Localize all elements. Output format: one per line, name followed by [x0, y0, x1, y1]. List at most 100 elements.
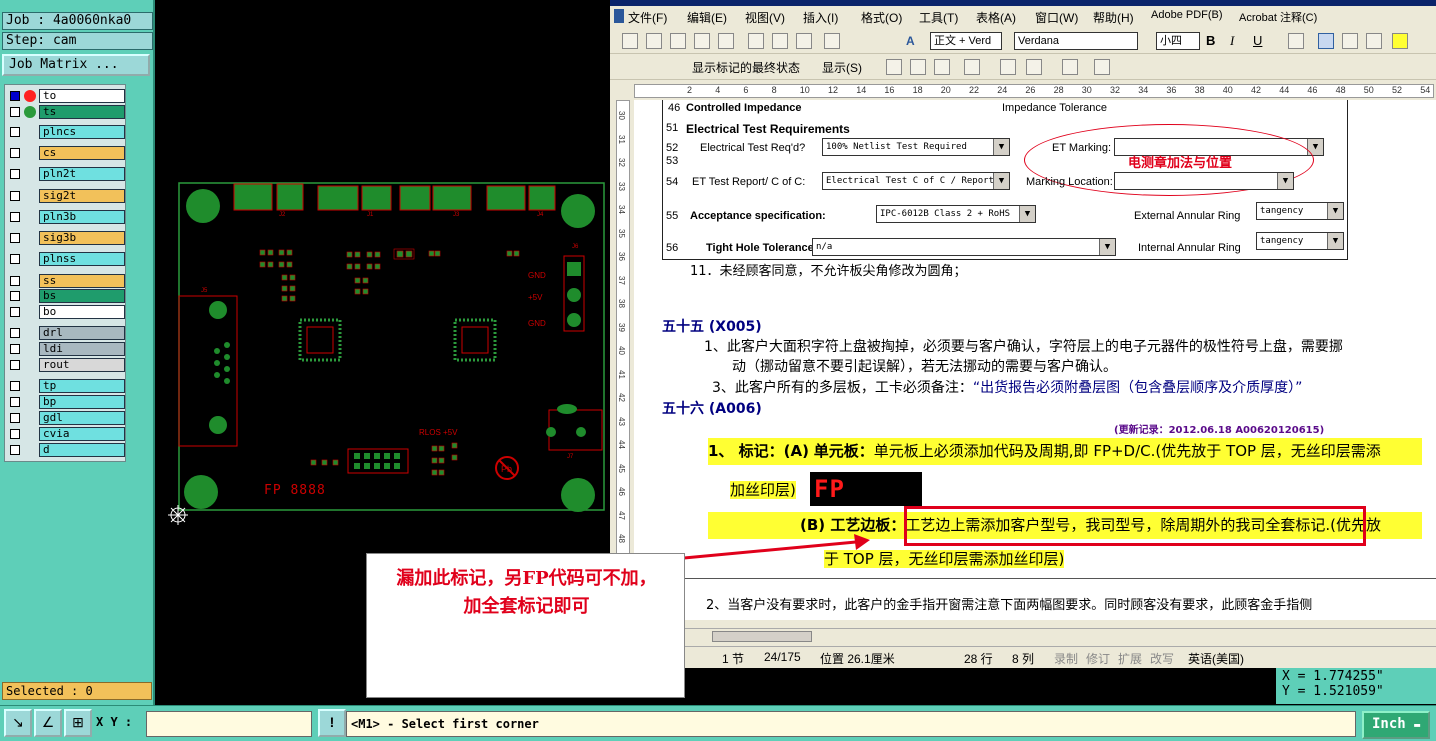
- layer-name[interactable]: pln2t: [39, 167, 125, 181]
- show-menu[interactable]: 显示(S): [822, 59, 862, 76]
- units-select[interactable]: Inch ▬: [1362, 711, 1430, 739]
- track-icon[interactable]: [1026, 59, 1042, 75]
- layer-row[interactable]: sig2t: [7, 189, 125, 203]
- status-ovr[interactable]: 改写: [1150, 650, 1174, 667]
- italic-button[interactable]: I: [1230, 33, 1234, 49]
- layer-name[interactable]: sig3b: [39, 231, 125, 245]
- layer-checkbox[interactable]: [10, 127, 20, 137]
- align-justify-icon[interactable]: [1288, 33, 1304, 49]
- layer-name[interactable]: bp: [39, 395, 125, 409]
- job-matrix-button[interactable]: Job Matrix ...: [2, 54, 150, 76]
- xy-input[interactable]: [146, 711, 312, 737]
- status-rec[interactable]: 录制: [1054, 650, 1078, 667]
- menu-format[interactable]: 格式(O): [861, 9, 902, 26]
- size-select[interactable]: 小四: [1156, 32, 1200, 50]
- layer-checkbox[interactable]: [10, 212, 20, 222]
- layer-name[interactable]: plncs: [39, 125, 125, 139]
- menu-edit[interactable]: 编辑(E): [687, 9, 727, 26]
- scrollbar-thumb[interactable]: [712, 631, 812, 642]
- alert-icon[interactable]: !: [318, 709, 346, 737]
- et-required-select[interactable]: 100% Netlist Test Required ▼: [822, 138, 1010, 156]
- layer-name[interactable]: sig2t: [39, 189, 125, 203]
- prev-change-icon[interactable]: [886, 59, 902, 75]
- layer-checkbox[interactable]: [10, 148, 20, 158]
- layer-checkbox[interactable]: [10, 254, 20, 264]
- menu-insert[interactable]: 插入(I): [803, 9, 838, 26]
- permission-icon[interactable]: [694, 33, 710, 49]
- grid-icon[interactable]: ⊞: [64, 709, 92, 737]
- layer-checkbox[interactable]: [10, 360, 20, 370]
- layer-row[interactable]: cvia: [7, 427, 125, 441]
- layer-checkbox[interactable]: [10, 429, 20, 439]
- internal-ring-select[interactable]: tangency ▼: [1256, 232, 1344, 250]
- layer-name[interactable]: rout: [39, 358, 125, 372]
- layer-checkbox[interactable]: [10, 169, 20, 179]
- menu-file[interactable]: 文件(F): [628, 9, 667, 26]
- layer-row[interactable]: ss: [7, 274, 125, 288]
- layer-name[interactable]: bo: [39, 305, 125, 319]
- style-select[interactable]: 正文 + Verd: [930, 32, 1002, 50]
- bullets-icon[interactable]: [1342, 33, 1358, 49]
- new-icon[interactable]: [622, 33, 638, 49]
- numbering-icon[interactable]: [1318, 33, 1334, 49]
- layer-row[interactable]: bs: [7, 289, 125, 303]
- layer-checkbox[interactable]: [10, 445, 20, 455]
- copy-icon[interactable]: [772, 33, 788, 49]
- reject-change-icon[interactable]: [964, 59, 980, 75]
- layer-checkbox[interactable]: [10, 344, 20, 354]
- layer-name[interactable]: to: [39, 89, 125, 103]
- layer-row[interactable]: gdl: [7, 411, 125, 425]
- status-trk[interactable]: 修订: [1086, 650, 1110, 667]
- print-icon[interactable]: [718, 33, 734, 49]
- et-report-select[interactable]: Electrical Test C of C / Report ▼: [822, 172, 1010, 190]
- menu-table[interactable]: 表格(A): [976, 9, 1016, 26]
- layer-row[interactable]: ldi: [7, 342, 125, 356]
- menu-acrobat[interactable]: Acrobat 注释(C): [1239, 9, 1317, 25]
- layer-row[interactable]: d: [7, 443, 125, 457]
- layer-name[interactable]: d: [39, 443, 125, 457]
- paste-icon[interactable]: [796, 33, 812, 49]
- layer-checkbox[interactable]: [10, 191, 20, 201]
- layer-row[interactable]: plncs: [7, 125, 125, 139]
- layer-row[interactable]: tp: [7, 379, 125, 393]
- external-ring-select[interactable]: tangency ▼: [1256, 202, 1344, 220]
- layer-name[interactable]: plnss: [39, 252, 125, 266]
- layer-checkbox[interactable]: [10, 233, 20, 243]
- layer-name[interactable]: ldi: [39, 342, 125, 356]
- indent-icon[interactable]: [1366, 33, 1382, 49]
- zoom-fit-icon[interactable]: ↘: [4, 709, 32, 737]
- layer-row[interactable]: bp: [7, 395, 125, 409]
- acceptance-select[interactable]: IPC-6012B Class 2 + RoHS ▼: [876, 205, 1036, 223]
- layer-name[interactable]: tp: [39, 379, 125, 393]
- font-select[interactable]: Verdana: [1014, 32, 1138, 50]
- layer-checkbox[interactable]: [10, 91, 20, 101]
- layer-checkbox[interactable]: [10, 328, 20, 338]
- highlight-icon[interactable]: [1392, 33, 1408, 49]
- menu-help[interactable]: 帮助(H): [1093, 9, 1134, 26]
- layer-name[interactable]: drl: [39, 326, 125, 340]
- layer-row[interactable]: bo: [7, 305, 125, 319]
- layer-checkbox[interactable]: [10, 413, 20, 423]
- layer-row[interactable]: cs: [7, 146, 125, 160]
- bold-button[interactable]: B: [1206, 33, 1215, 48]
- layer-name[interactable]: cs: [39, 146, 125, 160]
- menu-tools[interactable]: 工具(T): [919, 9, 958, 26]
- hole-tolerance-select[interactable]: n/a ▼: [812, 238, 1116, 256]
- marking-location-select[interactable]: ▼: [1114, 172, 1294, 190]
- layer-name[interactable]: ss: [39, 274, 125, 288]
- open-icon[interactable]: [646, 33, 662, 49]
- menu-window[interactable]: 窗口(W): [1035, 9, 1078, 26]
- menu-adobe-pdf[interactable]: Adobe PDF(B): [1151, 9, 1223, 21]
- horizontal-scrollbar[interactable]: [682, 628, 1436, 644]
- layer-checkbox[interactable]: [10, 291, 20, 301]
- layer-checkbox[interactable]: [10, 276, 20, 286]
- save-icon[interactable]: [670, 33, 686, 49]
- layer-name[interactable]: pln3b: [39, 210, 125, 224]
- layer-name[interactable]: gdl: [39, 411, 125, 425]
- layer-checkbox[interactable]: [10, 307, 20, 317]
- menu-view[interactable]: 视图(V): [745, 9, 785, 26]
- layer-row[interactable]: ts: [7, 105, 125, 119]
- layer-checkbox[interactable]: [10, 107, 20, 117]
- layer-row[interactable]: pln2t: [7, 167, 125, 181]
- styles-icon[interactable]: A: [906, 34, 915, 48]
